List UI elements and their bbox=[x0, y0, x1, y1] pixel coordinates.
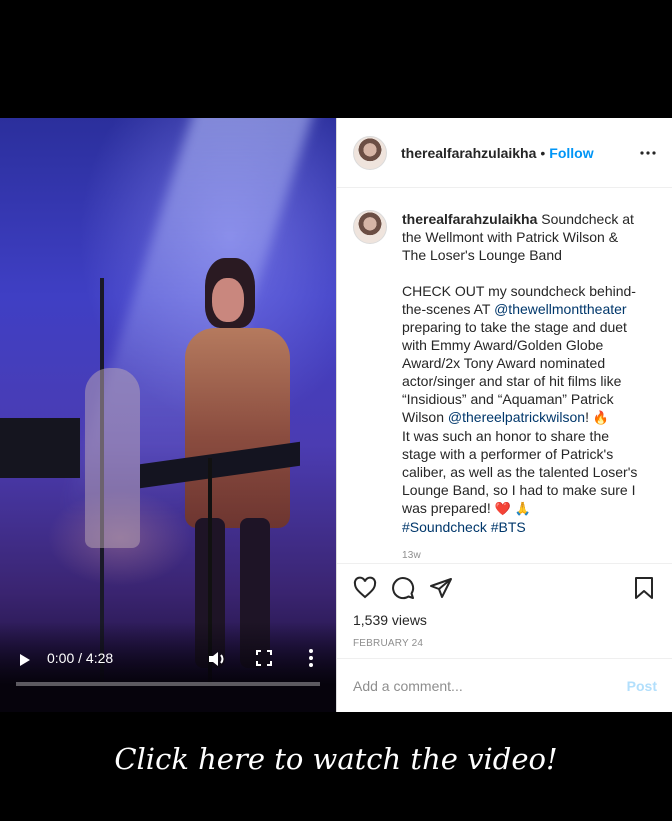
view-count[interactable]: 1,539 views bbox=[353, 612, 656, 628]
volume-icon[interactable] bbox=[207, 649, 227, 669]
post-comment-button[interactable]: Post bbox=[627, 678, 657, 694]
hashtag-link[interactable]: #Soundcheck bbox=[402, 519, 487, 535]
instagram-embed: 0:00 / 4:28 therealfarahzulaikha • Follo… bbox=[0, 118, 672, 712]
heart-emoji: ❤️ bbox=[494, 501, 511, 516]
video-controls: 0:00 / 4:28 bbox=[0, 642, 336, 712]
pray-emoji: 🙏 bbox=[514, 501, 531, 516]
hashtag-link[interactable]: #BTS bbox=[491, 519, 526, 535]
post-panel: therealfarahzulaikha • Follow therealfar… bbox=[336, 118, 672, 712]
caption-text: therealfarahzulaikha Soundcheck at the W… bbox=[402, 210, 642, 536]
post-header: therealfarahzulaikha • Follow bbox=[337, 118, 672, 188]
comment-bar: Post bbox=[337, 658, 672, 712]
caption-username[interactable]: therealfarahzulaikha bbox=[402, 211, 537, 227]
fullscreen-icon[interactable] bbox=[256, 650, 272, 666]
caption-section: therealfarahzulaikha Soundcheck at the W… bbox=[337, 188, 672, 563]
mention-link[interactable]: @thewellmonttheater bbox=[494, 301, 627, 317]
more-vertical-icon[interactable] bbox=[306, 648, 316, 668]
post-date: FEBRUARY 24 bbox=[353, 638, 424, 649]
comment-icon[interactable] bbox=[391, 576, 415, 600]
watch-video-cta[interactable]: Click here to watch the video! bbox=[0, 742, 672, 776]
fire-emoji: 🔥 bbox=[592, 410, 610, 425]
action-row bbox=[353, 564, 656, 612]
caption-avatar[interactable] bbox=[353, 210, 387, 244]
header-username[interactable]: therealfarahzulaikha bbox=[401, 145, 536, 161]
avatar[interactable] bbox=[353, 135, 387, 170]
heart-icon[interactable] bbox=[353, 576, 377, 600]
caption-paragraph: preparing to take the stage and duet wit… bbox=[402, 301, 631, 425]
separator-dot: • bbox=[540, 144, 546, 161]
play-icon[interactable] bbox=[20, 654, 30, 666]
caption-timestamp: 13w bbox=[402, 550, 421, 561]
video-player[interactable]: 0:00 / 4:28 bbox=[0, 118, 336, 712]
follow-button[interactable]: Follow bbox=[549, 145, 593, 161]
bookmark-icon[interactable] bbox=[632, 576, 656, 600]
video-progress-bar[interactable] bbox=[16, 682, 320, 686]
comment-input[interactable] bbox=[353, 677, 627, 694]
singer-face bbox=[212, 278, 244, 322]
mention-link[interactable]: @thereelpatrickwilson bbox=[448, 409, 585, 425]
share-icon[interactable] bbox=[429, 576, 453, 600]
background-performer bbox=[85, 368, 140, 548]
caption-paragraph: ! bbox=[585, 409, 593, 425]
music-stand-left bbox=[0, 418, 80, 478]
video-time: 0:00 / 4:28 bbox=[47, 650, 114, 666]
more-options-icon[interactable] bbox=[640, 150, 656, 155]
singer-body bbox=[185, 328, 290, 528]
